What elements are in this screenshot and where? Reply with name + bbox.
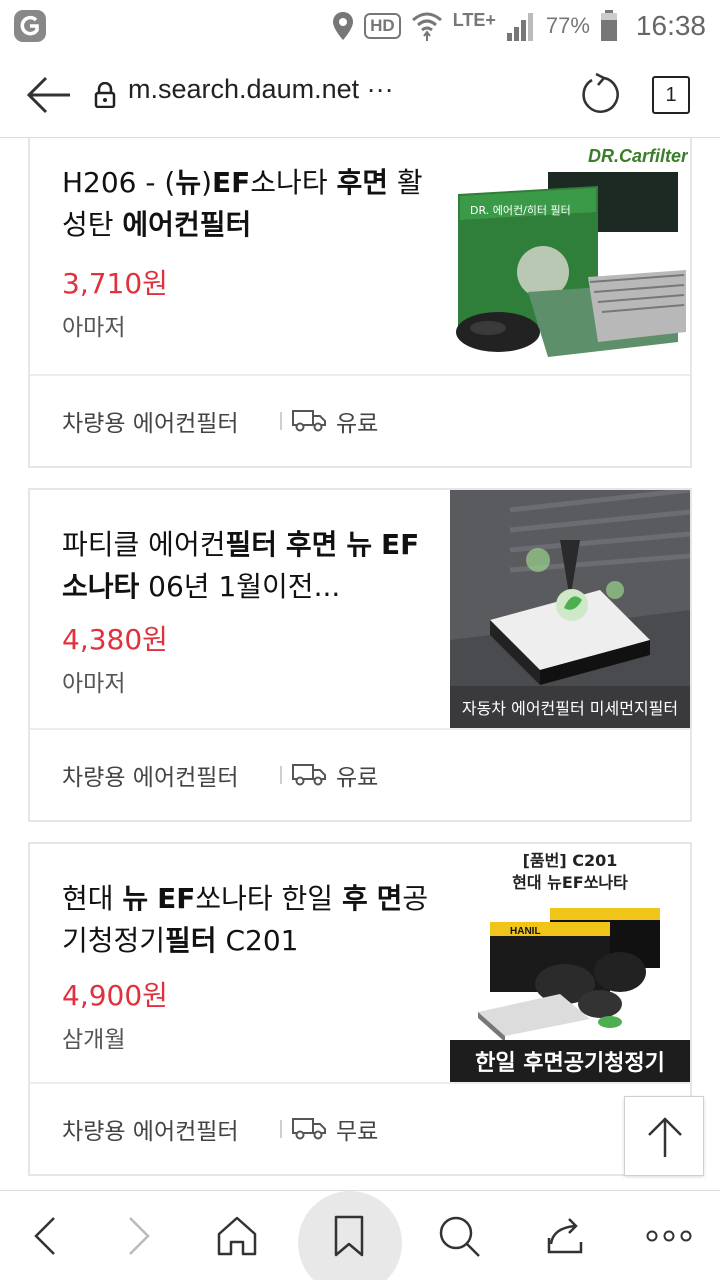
more-dots-icon <box>646 1230 692 1242</box>
divider <box>280 766 282 784</box>
arrow-up-icon <box>648 1117 682 1157</box>
home-icon <box>217 1216 257 1256</box>
shipping-fee: 무료 <box>336 1119 379 1145</box>
svg-text:HANIL: HANIL <box>510 926 541 937</box>
category-label: 차량용 에어컨필터 <box>62 411 239 437</box>
nav-bookmark-button[interactable] <box>304 1191 394 1280</box>
signal-icon <box>506 13 533 41</box>
seller-name[interactable]: 아마저 <box>62 308 125 342</box>
browser-toolbar: m.search.daum.net ··· 1 <box>0 52 720 138</box>
lock-icon <box>94 82 116 108</box>
seller-name[interactable]: 삼개월 <box>62 1020 125 1054</box>
nav-forward-button[interactable] <box>94 1191 184 1280</box>
product-title[interactable]: 현대 뉴 EF쏘나타 한일 후 면공기청정기필터 C201 <box>62 878 432 962</box>
battery-icon <box>600 10 617 41</box>
address-bar[interactable]: m.search.daum.net ··· <box>128 74 394 105</box>
lte-icon: LTE+ <box>452 9 496 30</box>
status-bar: HD LTE+ 77% 16:38 <box>0 0 720 52</box>
product-price: 4,900원 <box>62 979 168 1012</box>
product-image[interactable]: [품번] C201 현대 뉴EF쏘나타 HANIL 한일 후면공기청정기 <box>450 844 690 1082</box>
air-filter-box-image: DR.Carfilter DR. 에어컨/히터 필터 <box>448 138 688 372</box>
nav-back-button[interactable] <box>0 1191 90 1280</box>
back-arrow-icon[interactable] <box>26 74 72 116</box>
reload-icon[interactable] <box>578 72 622 116</box>
wifi-icon <box>411 12 442 41</box>
shipping-fee: 유료 <box>336 765 379 791</box>
nav-search-button[interactable] <box>414 1191 504 1280</box>
svg-text:DR. 에어컨/히터 필터: DR. 에어컨/히터 필터 <box>470 203 571 217</box>
tab-switcher-button[interactable]: 1 <box>652 76 690 114</box>
truck-icon <box>292 1118 326 1140</box>
svg-text:현대 뉴EF쏘나타: 현대 뉴EF쏘나타 <box>512 873 628 892</box>
car-vent-filter-image: 자동차 에어컨필터 미세먼지필터 <box>450 490 690 728</box>
nav-share-button[interactable] <box>520 1191 610 1280</box>
hd-voice-icon: HD <box>364 13 401 39</box>
battery-percent: 77% <box>545 13 590 38</box>
share-icon <box>547 1218 583 1254</box>
browser-bottom-nav <box>0 1190 720 1280</box>
search-icon <box>439 1216 480 1257</box>
truck-icon <box>292 410 326 432</box>
image-caption: 한일 후면공기청정기 <box>475 1051 665 1076</box>
card-footer: 차량용 에어컨필터 유료 <box>30 376 690 468</box>
shipping-fee: 유료 <box>336 411 379 437</box>
location-icon <box>333 12 354 40</box>
product-image[interactable]: DR.Carfilter DR. 에어컨/히터 필터 <box>448 138 688 372</box>
status-icons: HD LTE+ 77% 16:38 <box>332 0 706 52</box>
product-image[interactable]: 자동차 에어컨필터 미세먼지필터 <box>450 490 690 728</box>
nav-home-button[interactable] <box>192 1191 282 1280</box>
brand-logo-text: DR.Carfilter <box>588 146 688 166</box>
truck-icon <box>292 764 326 786</box>
hanil-filter-image: [품번] C201 현대 뉴EF쏘나타 HANIL 한일 후면공기청정기 <box>450 844 690 1082</box>
bookmark-icon <box>334 1215 364 1257</box>
app-logo-icon <box>14 10 46 42</box>
search-results: H206 - (뉴)EF소나타 후면 활성탄 에어컨필터 3,710원 아마저 … <box>0 138 720 1190</box>
product-price: 3,710원 <box>62 267 168 300</box>
product-card[interactable]: 현대 뉴 EF쏘나타 한일 후 면공기청정기필터 C201 4,900원 삼개월… <box>28 842 692 1176</box>
product-price: 4,380원 <box>62 623 168 656</box>
product-card[interactable]: 파티클 에어컨필터 후면 뉴 EF소나타 06년 1월이전... 4,380원 … <box>28 488 692 822</box>
divider <box>280 1120 282 1138</box>
clock: 16:38 <box>635 10 706 41</box>
nav-more-button[interactable] <box>624 1191 714 1280</box>
card-footer: 차량용 에어컨필터 무료 <box>30 1084 690 1176</box>
divider <box>280 412 282 430</box>
chevron-left-icon <box>34 1217 55 1255</box>
product-card[interactable]: H206 - (뉴)EF소나타 후면 활성탄 에어컨필터 3,710원 아마저 … <box>28 138 692 468</box>
scroll-to-top-button[interactable] <box>624 1096 704 1176</box>
chevron-right-icon <box>129 1217 150 1255</box>
image-caption: 자동차 에어컨필터 미세먼지필터 <box>462 699 678 718</box>
category-label: 차량용 에어컨필터 <box>62 1119 239 1145</box>
svg-text:[품번] C201: [품번] C201 <box>523 851 618 870</box>
product-title[interactable]: 파티클 에어컨필터 후면 뉴 EF소나타 06년 1월이전... <box>62 524 432 608</box>
category-label: 차량용 에어컨필터 <box>62 765 239 791</box>
product-title[interactable]: H206 - (뉴)EF소나타 후면 활성탄 에어컨필터 <box>62 162 432 246</box>
card-footer: 차량용 에어컨필터 유료 <box>30 730 690 822</box>
seller-name[interactable]: 아마저 <box>62 664 125 698</box>
